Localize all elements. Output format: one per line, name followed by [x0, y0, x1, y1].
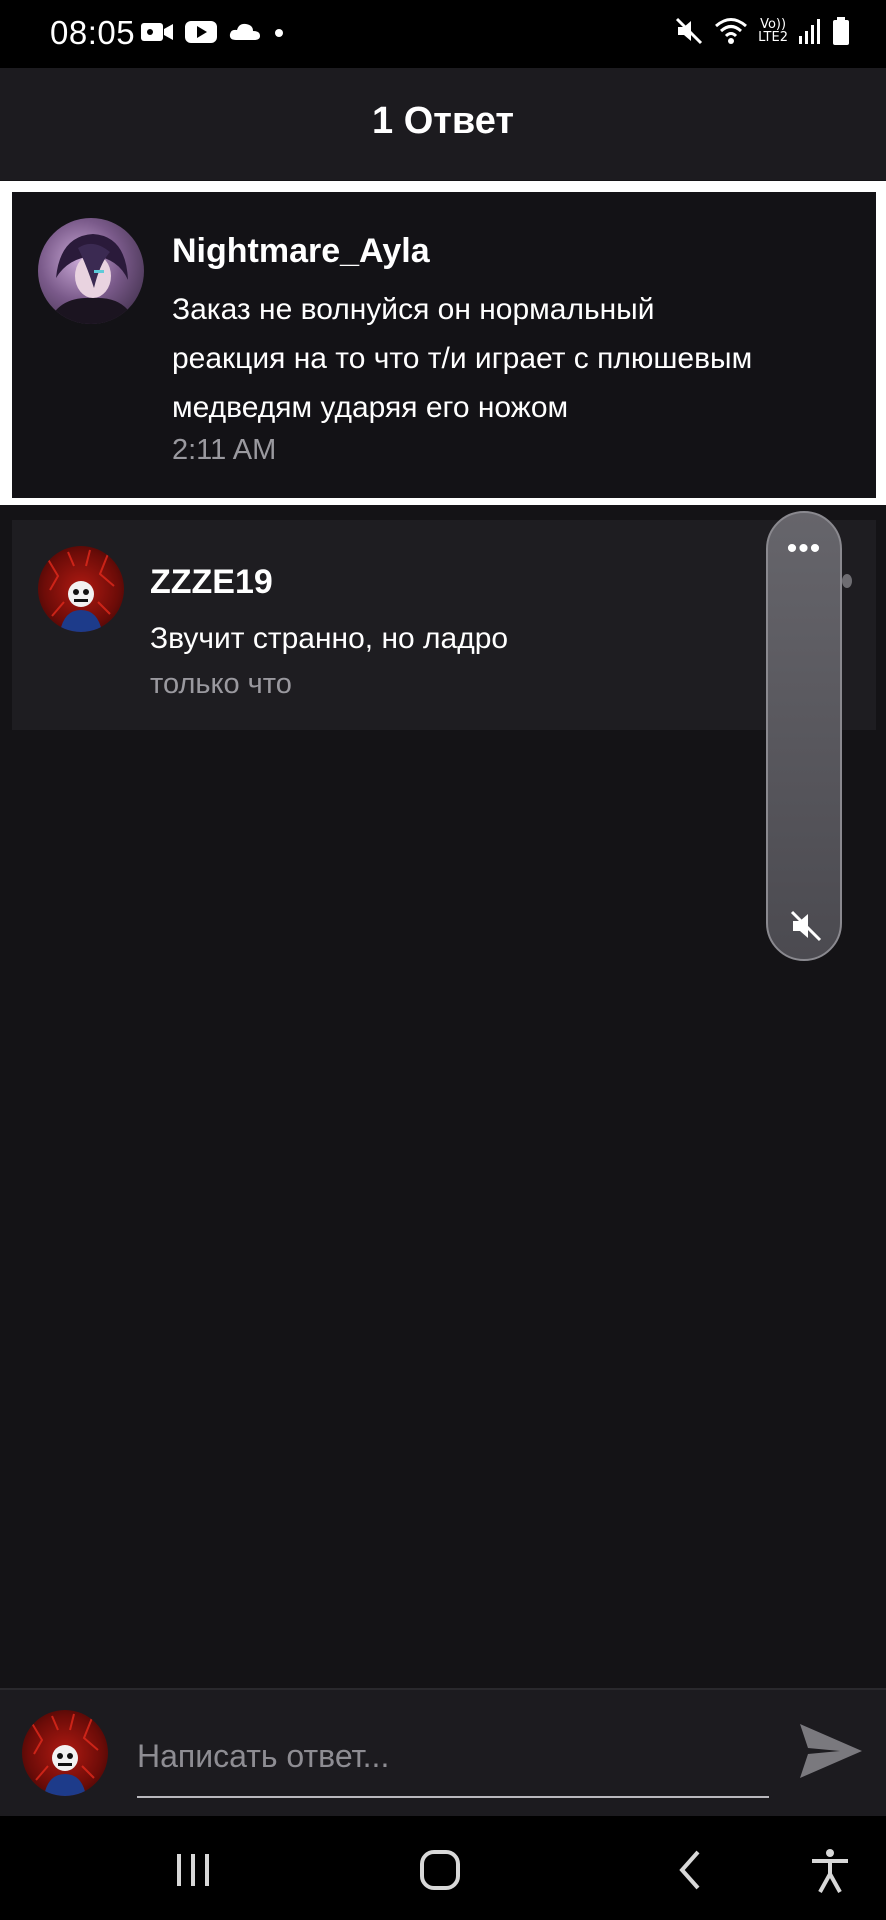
video-camera-icon [141, 23, 173, 41]
status-left-icons [140, 20, 286, 44]
cloud-icon [229, 23, 260, 40]
more-dots-icon[interactable]: ••• [768, 534, 840, 564]
navigation-bar [0, 1816, 886, 1920]
floating-pill[interactable]: ••• [766, 511, 842, 961]
mute-icon [676, 17, 703, 45]
avatar-image-icon [48, 234, 136, 324]
reply-input-wrap [137, 1720, 769, 1798]
original-comment-line: Заказ не волнуйся он нормальный [172, 293, 655, 326]
pill-side-dot [842, 574, 852, 588]
original-comment-text: Заказ не волнуйся он нормальный реакция … [172, 285, 752, 432]
reply-input[interactable] [137, 1720, 769, 1792]
battery-icon [833, 17, 849, 45]
original-comment-line: реакция на то что т/и играет с плюшевым [172, 342, 753, 375]
accessibility-icon[interactable] [800, 1846, 860, 1894]
lte-bottom-label: LTE2 [758, 30, 788, 45]
signal-icon [799, 19, 820, 44]
lte-icon: Vo)) LTE2 [758, 18, 788, 44]
original-comment-author[interactable]: Nightmare_Ayla [172, 232, 430, 271]
status-right-icons: Vo)) LTE2 [674, 16, 850, 46]
avatar-image-icon [45, 549, 115, 632]
original-comment-line: медведям ударяя его ножом [172, 391, 569, 424]
reply-text: Звучит странно, но ладро [150, 622, 509, 655]
header: 1 Ответ [0, 68, 886, 180]
mute-icon[interactable] [788, 908, 824, 944]
back-icon[interactable] [660, 1846, 720, 1894]
avatar-zzze19[interactable] [38, 546, 124, 632]
send-icon[interactable] [796, 1718, 866, 1784]
reply-author[interactable]: ZZZE19 [150, 563, 273, 602]
original-comment-time: 2:11 AM [172, 434, 277, 466]
avatar-image-icon [29, 1713, 99, 1796]
reply-time: только что [150, 668, 292, 700]
dot-icon [275, 29, 283, 37]
youtube-icon [185, 21, 217, 43]
status-time: 08:05 [50, 14, 136, 51]
wifi-icon [715, 18, 748, 44]
page-title: 1 Ответ [372, 100, 514, 142]
avatar-nightmare-ayla[interactable] [38, 218, 144, 324]
recent-apps-icon[interactable] [163, 1846, 223, 1894]
home-icon[interactable] [410, 1846, 470, 1894]
composer-avatar [22, 1710, 108, 1796]
screen: 08:05 Vo)) LTE2 1 Ответ Nightmare_Ayla З… [0, 0, 886, 1920]
status-bar: 08:05 Vo)) LTE2 [0, 0, 886, 68]
